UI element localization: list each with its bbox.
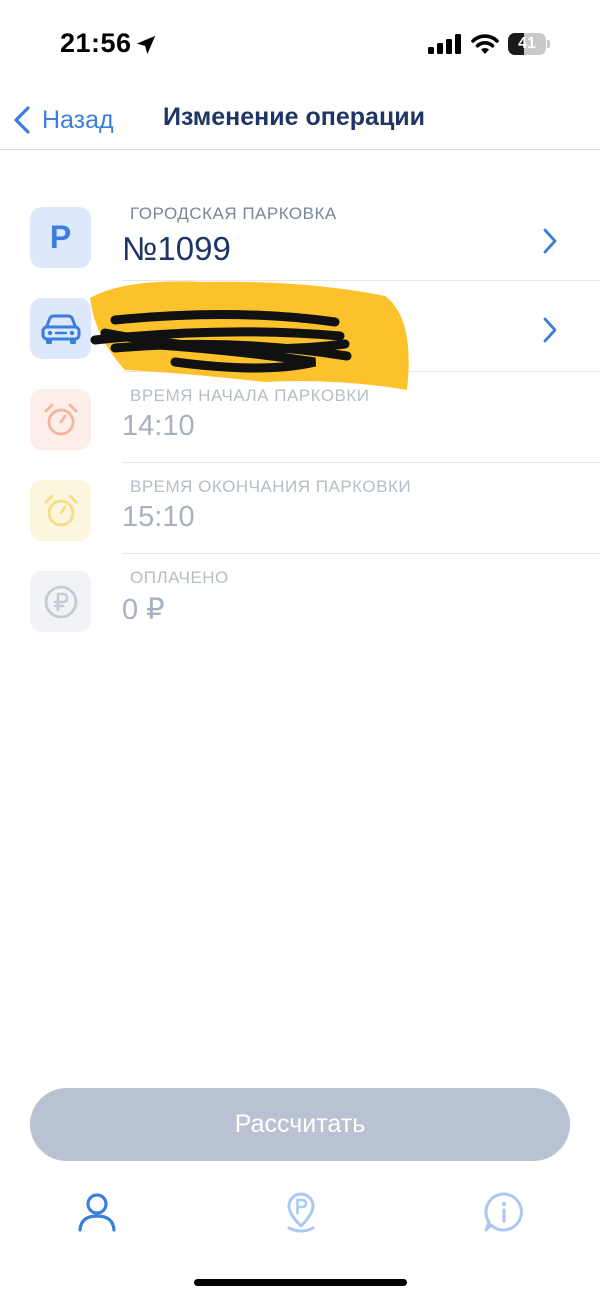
home-indicator [194,1279,407,1286]
alarm-clock-icon [30,480,91,541]
operation-details-list: P Городская парковка №1099 Транс [0,190,600,645]
cellular-signal-icon [428,34,461,54]
back-button[interactable]: Назад [12,98,114,142]
info-icon[interactable] [482,1190,526,1234]
back-label: Назад [42,105,114,134]
status-bar: 21:56 41 [0,0,600,90]
chevron-right-icon [543,317,557,343]
battery-icon: 41 [508,33,550,55]
car-icon [30,298,91,359]
start-time-row: Время начала парковки 14:10 [0,372,600,463]
chevron-left-icon [14,106,30,134]
alarm-clock-icon [30,389,91,450]
paid-value: 0 ₽ [122,594,165,626]
navigation-bar: Назад Изменение операции [0,90,600,150]
parking-zone-value: №1099 [122,230,231,267]
end-time-value: 15:10 [122,501,195,533]
page-title: Изменение операции [163,103,426,131]
battery-percent: 41 [518,35,536,52]
profile-icon[interactable] [75,1190,119,1234]
start-time-caption: Время начала парковки [130,386,370,405]
parking-p-icon: P [30,207,91,268]
parking-zone-row[interactable]: P Городская парковка №1099 [0,190,600,281]
parking-pin-icon[interactable] [279,1190,323,1234]
vehicle-caption: Транспортное средство [130,295,378,314]
paid-caption: Оплачено [130,568,229,587]
wifi-icon [471,34,499,54]
screen: 21:56 41 Назад Изменение операции P ГОРО… [0,0,600,1300]
status-time: 21:56 [60,28,132,58]
start-time-value: 14:10 [122,410,195,442]
vehicle-row[interactable]: Транспортное средство [0,281,600,372]
calculate-button[interactable]: Рассчитать [30,1088,570,1161]
end-time-row: Время окончания парковки 15:10 [0,463,600,554]
paid-row: Оплачено 0 ₽ [0,554,600,645]
chevron-right-icon [543,228,557,254]
end-time-caption: Время окончания парковки [130,477,412,496]
tab-bar [0,1180,600,1250]
ruble-coin-icon [30,571,91,632]
location-arrow-icon [136,35,156,55]
parking-zone-caption: Городская парковка [130,204,337,223]
